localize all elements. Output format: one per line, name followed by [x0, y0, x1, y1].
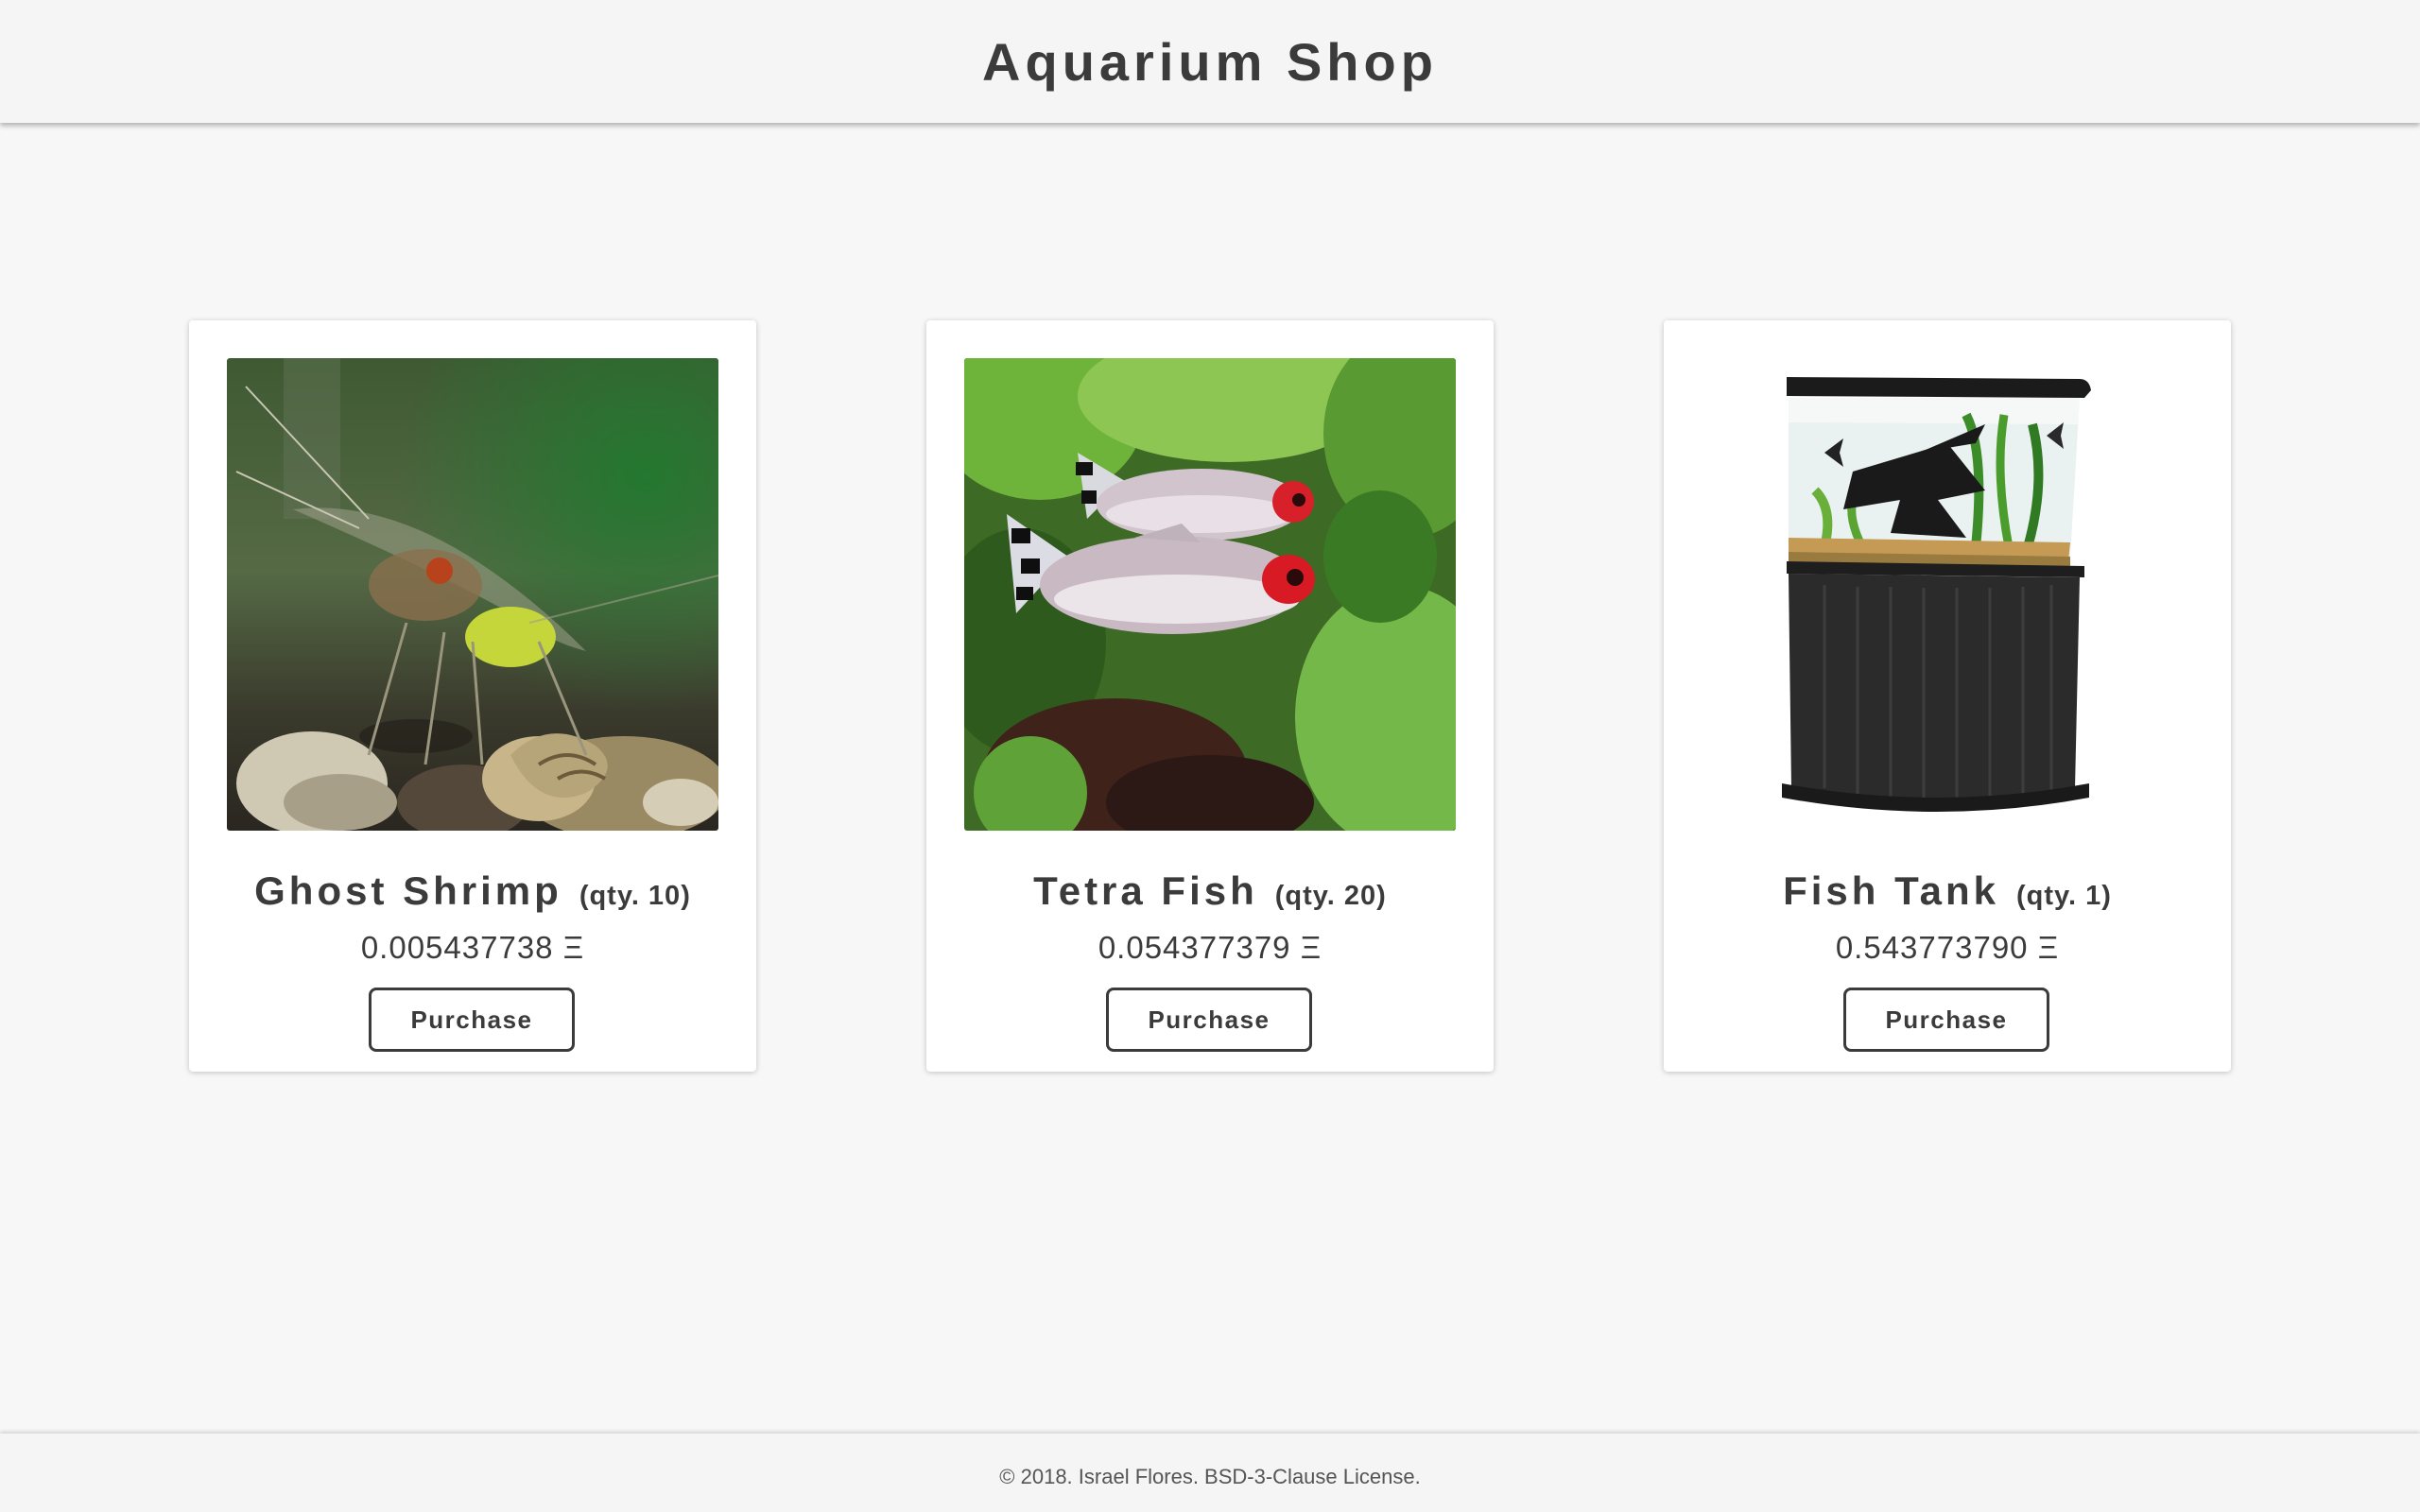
product-quantity: (qty. 1) — [2016, 881, 2112, 911]
fish-tank-image — [1702, 358, 2193, 831]
purchase-button-fish-tank[interactable]: Purchase — [1843, 988, 2049, 1052]
product-name: Tetra Fish — [1033, 868, 1258, 913]
site-footer: © 2018. Israel Flores. BSD-3-Clause Lice… — [0, 1434, 2420, 1512]
product-price: 0.543773790 Ξ — [1835, 930, 2060, 965]
product-price: 0.054377379 Ξ — [1098, 930, 1322, 965]
product-heading: Fish Tank (qty. 1) — [1664, 868, 2231, 925]
site-title: Aquarium Shop — [982, 31, 1438, 92]
site-header: Aquarium Shop — [0, 0, 2420, 123]
product-card-tetra-fish: Tetra Fish (qty. 20) 0.054377379 Ξ Purch… — [926, 320, 1494, 1072]
tetra-fish-image — [964, 358, 1456, 831]
product-card-ghost-shrimp: Ghost Shrimp (qty. 10) 0.005437738 Ξ Pur… — [189, 320, 756, 1072]
product-name: Ghost Shrimp — [254, 868, 562, 913]
product-heading: Ghost Shrimp (qty. 10) — [189, 868, 756, 925]
purchase-button-ghost-shrimp[interactable]: Purchase — [369, 988, 575, 1052]
product-name: Fish Tank — [1783, 868, 1999, 913]
product-quantity: (qty. 10) — [579, 881, 691, 911]
ghost-shrimp-image — [227, 358, 718, 831]
product-card-fish-tank: Fish Tank (qty. 1) 0.543773790 Ξ Purchas… — [1664, 320, 2231, 1072]
purchase-button-tetra-fish[interactable]: Purchase — [1106, 988, 1312, 1052]
product-quantity: (qty. 20) — [1274, 881, 1387, 911]
product-heading: Tetra Fish (qty. 20) — [926, 868, 1494, 925]
footer-copyright: © 2018. Israel Flores. BSD-3-Clause Lice… — [999, 1464, 1421, 1488]
product-price: 0.005437738 Ξ — [360, 930, 585, 965]
